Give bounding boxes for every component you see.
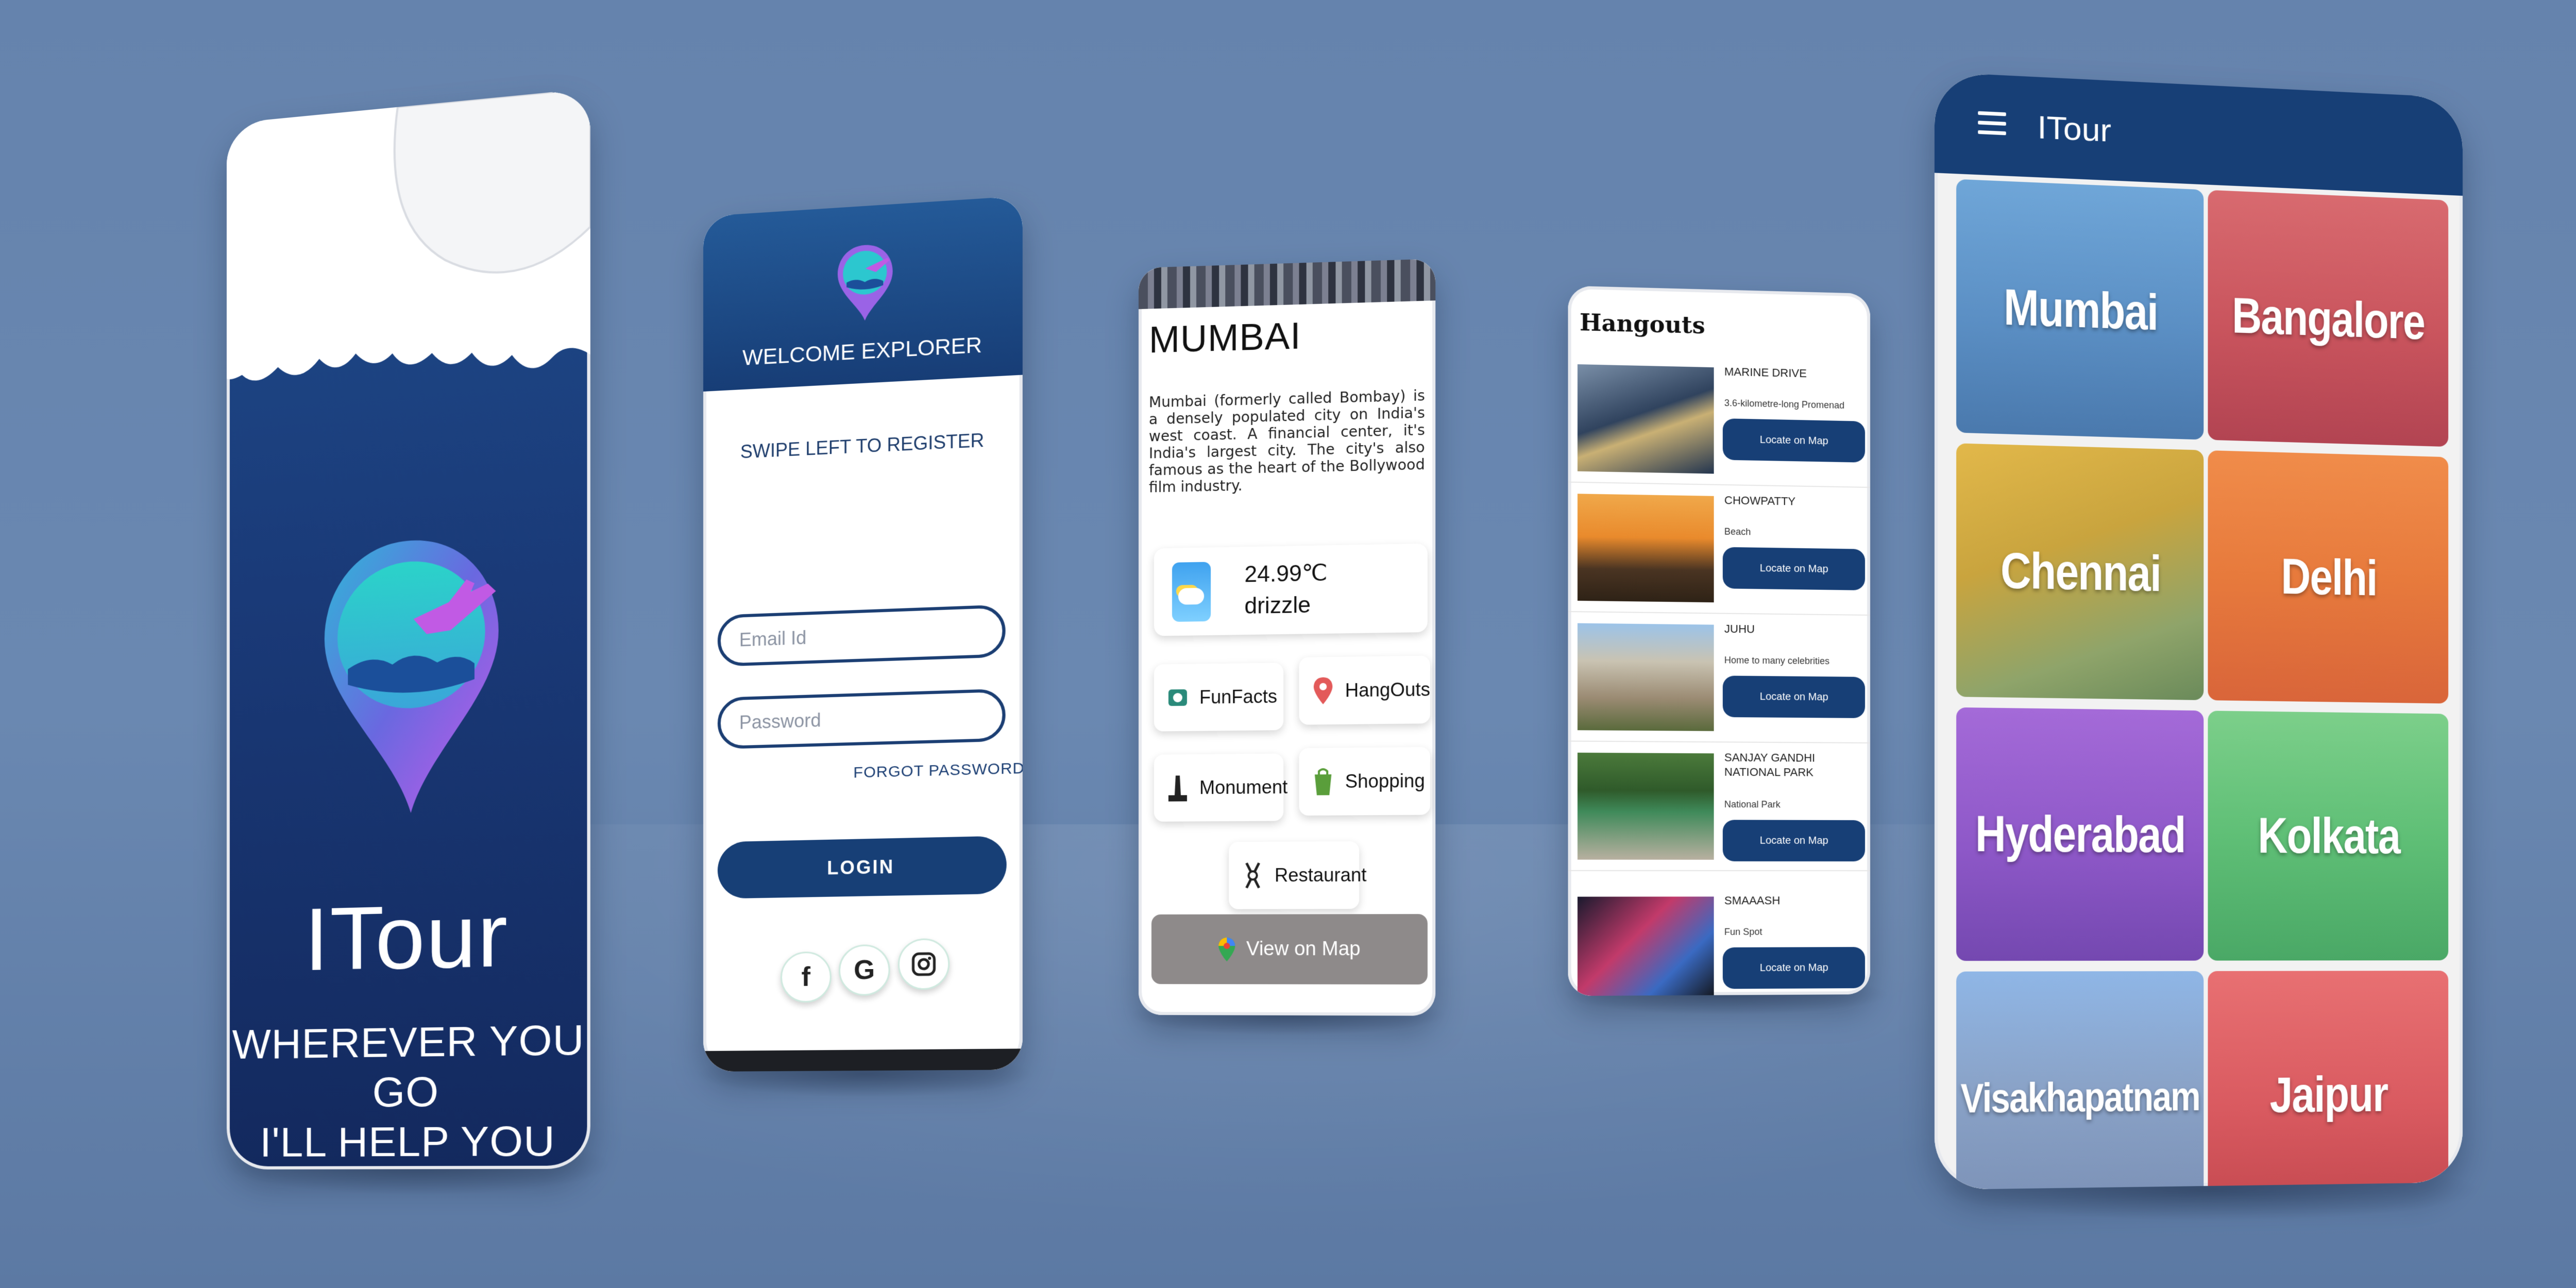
city-tile-visakhapatnam[interactable]: Visakhapatnam (1956, 971, 2204, 1190)
place-subtitle: National Park (1724, 799, 1781, 810)
city-name: MUMBAI (1148, 315, 1301, 361)
app-bar-title: ITour (2037, 109, 2111, 149)
forgot-password-link[interactable]: FORGOT PASSWORD (850, 759, 1022, 783)
welcome-heading: WELCOME EXPLORER (742, 332, 982, 370)
place-image (1577, 896, 1714, 996)
tagline: WHEREVER YOU GO I'LL HELP YOU (227, 1014, 590, 1167)
password-field[interactable] (717, 688, 1006, 750)
city-detail-screen: MUMBAI Mumbai (formerly called Bombay) i… (1139, 259, 1436, 1016)
weather-condition: drizzle (1244, 592, 1311, 619)
city-tile-label: Visakhapatnam (1960, 1073, 2200, 1122)
swipe-hint: SWIPE LEFT TO REGISTER (740, 429, 985, 463)
city-tile-label: Bangalore (2232, 287, 2425, 350)
city-grid-screen: ITour Mumbai Bangalore Chennai Delhi Hyd… (1934, 72, 2463, 1190)
place-name: JUHU (1724, 622, 1755, 636)
bottom-bar (703, 1048, 1023, 1072)
hangouts-title: Hangouts (1580, 309, 1705, 340)
shopping-label: Shopping (1345, 770, 1425, 792)
city-tile-mumbai[interactable]: Mumbai (1956, 179, 2204, 440)
view-on-map-label: View on Map (1246, 938, 1361, 960)
locate-on-map-button[interactable]: Locate on Map (1722, 947, 1866, 989)
city-tile-bangalore[interactable]: Bangalore (2208, 190, 2449, 447)
shopping-button[interactable]: Shopping (1299, 747, 1431, 816)
google-login-button[interactable]: G (838, 944, 890, 996)
instagram-icon (910, 951, 937, 977)
splash-screen: ITour WHEREVER YOU GO I'LL HELP YOU (227, 88, 590, 1170)
tagline-line-1: WHEREVER YOU GO (232, 1016, 585, 1116)
city-tile-label: Jaipur (2269, 1066, 2388, 1123)
place-name: MARINE DRIVE (1724, 365, 1807, 380)
location-pin-icon (1313, 677, 1333, 705)
login-header: WELCOME EXPLORER (703, 196, 1023, 392)
hamburger-menu-icon[interactable] (1978, 111, 2006, 136)
monument-icon (1168, 775, 1187, 802)
restaurant-button[interactable]: Restaurant (1229, 841, 1367, 909)
weather-icon (1172, 562, 1211, 622)
tagline-line-2: I'LL HELP YOU (260, 1117, 555, 1165)
cloud-decoration (227, 88, 590, 391)
facebook-login-button[interactable]: f (780, 951, 832, 1003)
itour-logo-icon (324, 535, 499, 816)
hangouts-screen: Hangouts MARINE DRIVE 3.6-kilometre-long… (1568, 285, 1870, 996)
place-image (1577, 494, 1714, 603)
hangouts-label: HangOuts (1345, 679, 1431, 701)
google-icon: G (854, 955, 875, 986)
city-tile-label: Hyderabad (1975, 805, 2185, 863)
list-item: MARINE DRIVE 3.6-kilometre-long Promenad… (1568, 353, 1870, 488)
place-image (1577, 623, 1714, 732)
restaurant-label: Restaurant (1274, 864, 1367, 886)
place-image (1577, 364, 1714, 474)
monument-label: Monument (1199, 776, 1288, 799)
google-maps-icon (1218, 937, 1235, 961)
place-name: SMAAASH (1724, 894, 1781, 907)
login-button[interactable]: LOGIN (717, 836, 1007, 899)
view-on-map-button[interactable]: View on Map (1151, 914, 1428, 985)
facebook-icon: f (801, 962, 811, 992)
instagram-login-button[interactable] (897, 938, 950, 990)
locate-on-map-button[interactable]: Locate on Map (1722, 418, 1866, 463)
temperature: 24.99℃ (1244, 560, 1328, 587)
city-tile-label: Kolkata (2258, 807, 2400, 865)
place-name: SANJAY GANDHI NATIONAL PARK (1724, 751, 1816, 779)
funfacts-label: FunFacts (1199, 685, 1278, 708)
login-screen: WELCOME EXPLORER SWIPE LEFT TO REGISTER … (703, 196, 1023, 1072)
city-tile-label: Delhi (2281, 549, 2377, 606)
email-field[interactable] (717, 604, 1006, 667)
monument-button[interactable]: Monument (1154, 753, 1287, 822)
city-description: Mumbai (formerly called Bombay) is a den… (1148, 387, 1425, 496)
place-subtitle: 3.6-kilometre-long Promenad (1724, 397, 1845, 411)
list-item: CHOWPATTY Beach Locate on Map (1568, 483, 1870, 616)
city-tile-jaipur[interactable]: Jaipur (2208, 971, 2449, 1190)
place-subtitle: Home to many celebrities (1724, 655, 1830, 667)
locate-on-map-button[interactable]: Locate on Map (1722, 820, 1866, 861)
city-banner-image (1139, 259, 1436, 309)
list-item: JUHU Home to many celebrities Locate on … (1568, 613, 1870, 743)
hangouts-button[interactable]: HangOuts (1299, 655, 1431, 725)
funfacts-button[interactable]: FunFacts (1154, 663, 1284, 732)
funfacts-icon (1168, 689, 1187, 706)
list-item: SMAAASH Fun Spot Locate on Map (1568, 886, 1870, 996)
list-item: SANJAY GANDHI NATIONAL PARK National Par… (1568, 742, 1870, 871)
locate-on-map-button[interactable]: Locate on Map (1722, 675, 1866, 718)
place-name: CHOWPATTY (1724, 494, 1796, 508)
city-tile-kolkata[interactable]: Kolkata (2208, 710, 2449, 961)
city-tile-label: Chennai (2000, 542, 2161, 602)
city-tile-delhi[interactable]: Delhi (2208, 450, 2449, 704)
place-subtitle: Beach (1724, 526, 1751, 537)
locate-on-map-button[interactable]: Locate on Map (1722, 547, 1866, 590)
city-tile-hyderabad[interactable]: Hyderabad (1956, 707, 2204, 961)
city-tile-label: Mumbai (2003, 279, 2158, 341)
itour-logo-icon (837, 243, 893, 323)
place-subtitle: Fun Spot (1724, 926, 1762, 937)
app-bar: ITour (1934, 72, 2463, 196)
place-image (1577, 752, 1714, 860)
weather-card: 24.99℃ drizzle (1154, 543, 1428, 636)
city-tile-chennai[interactable]: Chennai (1956, 443, 2204, 701)
restaurant-icon (1240, 860, 1265, 891)
shopping-bag-icon (1314, 766, 1332, 795)
app-title: ITour (304, 885, 509, 990)
